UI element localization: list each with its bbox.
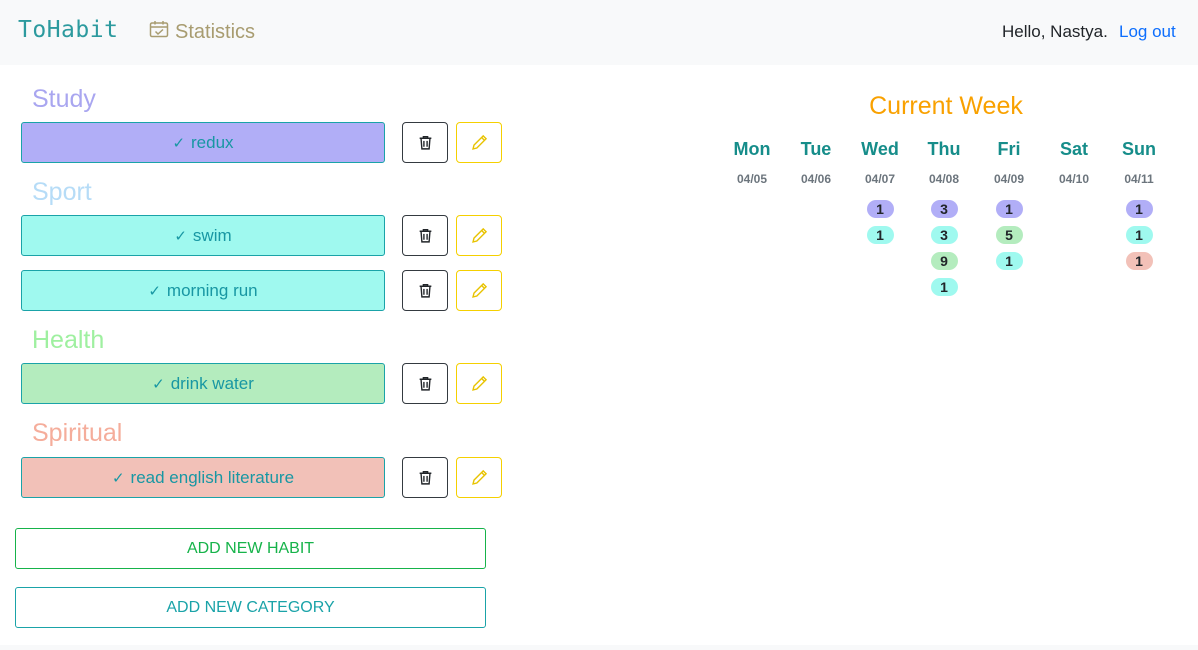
habit-button-drink-water[interactable]: ✓ drink water xyxy=(21,363,385,404)
habit-count-badge: 1 xyxy=(1125,252,1153,270)
delete-habit-button[interactable] xyxy=(402,122,448,163)
pencil-icon xyxy=(471,227,487,243)
day-name-sun: Sun xyxy=(1122,139,1156,159)
statistics-link[interactable]: Statistics xyxy=(149,20,255,44)
delete-habit-button[interactable] xyxy=(402,457,448,498)
check-icon: ✓ xyxy=(172,134,186,152)
add-new-habit-button[interactable]: ADD NEW HABIT xyxy=(15,528,486,569)
day-name-thu: Thu xyxy=(927,139,961,159)
check-icon: ✓ xyxy=(152,375,165,393)
pencil-icon xyxy=(471,375,487,391)
pencil-icon xyxy=(471,469,487,485)
trash-icon xyxy=(419,470,431,485)
check-icon: ✓ xyxy=(111,469,125,487)
habit-count-badge: 3 xyxy=(930,226,958,244)
trash-icon xyxy=(419,228,431,243)
habit-count-badge: 1 xyxy=(930,278,958,296)
add-new-category-button[interactable]: ADD NEW CATEGORY xyxy=(15,587,486,628)
day-date-sat: 04/10 xyxy=(1058,172,1090,186)
habit-count-badge: 1 xyxy=(866,226,894,244)
day-name-mon: Mon xyxy=(733,139,771,159)
check-icon: ✓ xyxy=(174,227,187,245)
calendar-check-icon xyxy=(149,20,169,44)
habit-count-badge: 1 xyxy=(1125,200,1153,218)
habit-count-badge: 1 xyxy=(995,252,1023,270)
day-name-sat: Sat xyxy=(1059,139,1088,159)
logout-link[interactable]: Log out xyxy=(1119,22,1176,42)
day-date-fri: 04/09 xyxy=(993,172,1025,186)
habit-button-read-english-literature[interactable]: ✓ read english literature xyxy=(21,457,385,498)
day-date-mon: 04/05 xyxy=(736,172,768,186)
habit-label: swim xyxy=(192,225,232,245)
habit-button-swim[interactable]: ✓ swim xyxy=(21,215,385,256)
habit-button-morning-run[interactable]: ✓ morning run xyxy=(21,270,385,311)
delete-habit-button[interactable] xyxy=(402,363,448,404)
day-name-tue: Tue xyxy=(800,139,832,159)
main-content: Study ✓ redux Sport ✓ swim ✓ morning run… xyxy=(0,65,1198,645)
brand-logo[interactable]: ToHabit xyxy=(18,17,118,43)
day-name-fri: Fri xyxy=(997,139,1021,159)
greeting: Hello, Nastya. xyxy=(1002,22,1108,41)
category-title-sport: Sport xyxy=(32,178,92,206)
day-date-thu: 04/08 xyxy=(928,172,960,186)
habit-label: read english literature xyxy=(130,467,295,487)
day-date-tue: 04/06 xyxy=(800,172,832,186)
day-name-wed: Wed xyxy=(861,139,899,159)
habit-count-badge: 1 xyxy=(995,200,1023,218)
habit-count-badge: 3 xyxy=(930,200,958,218)
habit-count-badge: 5 xyxy=(995,226,1023,244)
navbar: ToHabit Statistics Hello, Nastya. Log ou… xyxy=(0,0,1198,64)
day-date-sun: 04/11 xyxy=(1124,172,1154,186)
habit-count-badge: 9 xyxy=(930,252,958,270)
edit-habit-button[interactable] xyxy=(456,363,502,404)
edit-habit-button[interactable] xyxy=(456,270,502,311)
habit-label: redux xyxy=(191,132,234,152)
edit-habit-button[interactable] xyxy=(456,457,502,498)
statistics-label: Statistics xyxy=(175,20,256,43)
category-title-health: Health xyxy=(32,326,105,354)
habit-label: morning run xyxy=(166,280,258,300)
delete-habit-button[interactable] xyxy=(402,270,448,311)
habit-label: drink water xyxy=(170,373,254,393)
trash-icon xyxy=(419,283,431,298)
habit-count-badge: 1 xyxy=(866,200,894,218)
pencil-icon xyxy=(471,134,487,150)
edit-habit-button[interactable] xyxy=(456,215,502,256)
habit-button-redux[interactable]: ✓ redux xyxy=(21,122,385,163)
day-date-wed: 04/07 xyxy=(864,172,896,186)
trash-icon xyxy=(419,135,431,150)
habit-count-badge: 1 xyxy=(1125,226,1153,244)
week-title: Current Week xyxy=(869,92,1023,120)
delete-habit-button[interactable] xyxy=(402,215,448,256)
category-title-spiritual: Spiritual xyxy=(32,419,123,447)
trash-icon xyxy=(419,376,431,391)
category-title-study: Study xyxy=(32,85,96,113)
edit-habit-button[interactable] xyxy=(456,122,502,163)
check-icon: ✓ xyxy=(148,282,161,300)
pencil-icon xyxy=(471,282,487,298)
